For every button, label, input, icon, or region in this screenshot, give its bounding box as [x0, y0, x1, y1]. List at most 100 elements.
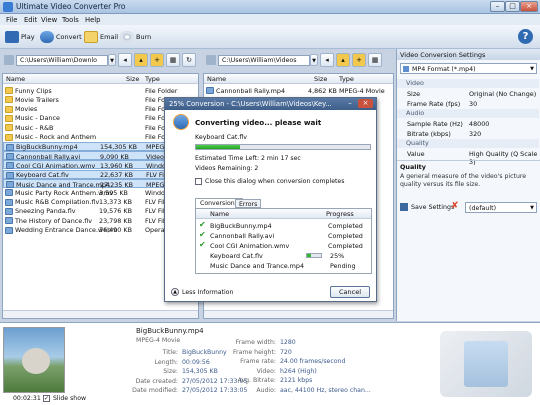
conversion-file-name: Music Dance and Trance.mp4	[210, 261, 305, 270]
help-icon[interactable]: ?	[518, 29, 533, 44]
left-col-size[interactable]: Size	[126, 75, 139, 83]
conversion-row[interactable]: ✔ Cannonball Rally.avi Completed	[196, 230, 371, 240]
format-select[interactable]: MP4 Format (*.mp4) ▼	[400, 63, 537, 74]
cell-type: Opera	[145, 226, 165, 234]
left-horizontal-scrollbar[interactable]	[3, 310, 198, 318]
dialog-minimize-button[interactable]: –	[345, 99, 355, 108]
cell-name: Music - R&B	[15, 123, 54, 132]
conversion-file-name: BigBuckBunny.mp4	[210, 221, 272, 230]
folder-icon	[5, 87, 13, 94]
right-folder-up-button[interactable]: ▴	[336, 53, 350, 67]
conv-col-name[interactable]: Name	[210, 210, 229, 218]
left-path-dropdown[interactable]: ▼	[108, 54, 116, 66]
right-back-button[interactable]: ◂	[320, 53, 334, 67]
preset-select[interactable]: (default) ▼	[465, 202, 537, 213]
file-progress-fill	[307, 254, 311, 257]
save-settings-button[interactable]: Save Settings	[400, 201, 454, 213]
left-path-bar: C:\Users\William\Downlo ▼ ◂ ▴ + ▦ ↻	[0, 52, 200, 70]
conversion-status: Completed	[328, 231, 363, 240]
description-title: Quality	[400, 163, 426, 171]
cell-size: 13,373 KB	[99, 198, 132, 207]
cell-name: Music Dance and Trance.mp4	[16, 180, 111, 189]
cell-name: The History of Dance.flv	[15, 216, 93, 225]
right-col-size[interactable]: Size	[314, 75, 327, 83]
menu-view[interactable]: View	[41, 16, 57, 24]
left-back-button[interactable]: ◂	[118, 53, 132, 67]
chevron-down-icon: ▼	[530, 66, 534, 72]
conversion-row[interactable]: ✔ Cool CGI Animation.wmv Completed	[196, 240, 371, 250]
info-value: 720	[280, 348, 292, 356]
info-filename: BigBuckBunny.mp4	[136, 327, 204, 335]
delete-preset-icon[interactable]: ✘	[451, 201, 459, 212]
convert-badge-icon	[173, 114, 189, 130]
table-row[interactable]: Funny Clips File Folder	[3, 86, 198, 95]
right-new-folder-button[interactable]: +	[352, 53, 366, 67]
left-col-name[interactable]: Name	[6, 75, 25, 83]
prop-frame-rate[interactable]: Frame Rate (fps) 30	[397, 99, 539, 108]
settings-panel: Video Conversion Settings MP4 Format (*.…	[396, 49, 540, 321]
conv-col-progress[interactable]: Progress	[326, 210, 354, 218]
info-label: Frame rate:	[240, 358, 276, 365]
prop-quality-value[interactable]: Value High Quality (Q Scale 3)	[397, 149, 539, 166]
left-folder-up-button[interactable]: ▴	[134, 53, 148, 67]
close-button[interactable]: ×	[520, 1, 538, 12]
cell-size: 27,235 KB	[100, 180, 133, 189]
left-col-type[interactable]: Type	[145, 75, 160, 83]
menu-tools[interactable]: Tools	[62, 16, 79, 24]
less-information-button[interactable]: ▲ Less Information	[171, 288, 233, 296]
conversion-row[interactable]: Music Dance and Trance.mp4 Pending	[196, 261, 371, 270]
film-icon	[440, 331, 532, 397]
convert-button[interactable]: Convert	[40, 30, 82, 44]
minimize-button[interactable]: –	[490, 1, 505, 12]
cell-name: Music - Rock and Anthem	[15, 133, 97, 141]
prop-sample-rate[interactable]: Sample Rate (Hz) 48000	[397, 119, 539, 128]
close-when-done-label: Close this dialog when conversion comple…	[205, 178, 345, 185]
dialog-close-button[interactable]: ×	[358, 99, 373, 108]
tab-errors[interactable]: Errors	[235, 199, 262, 208]
right-path-input[interactable]: C:\Users\William\Videos	[218, 55, 310, 66]
section-audio[interactable]: Audio	[397, 109, 539, 118]
close-when-done-checkbox[interactable]	[195, 178, 202, 185]
left-new-folder-button[interactable]: +	[150, 53, 164, 67]
menu-edit[interactable]: Edit	[24, 16, 37, 24]
prop-size[interactable]: Size Original (No Change)	[397, 89, 539, 98]
section-video[interactable]: Video	[397, 79, 539, 88]
right-col-name[interactable]: Name	[207, 75, 226, 83]
info-value: 24.00 frames/second	[280, 358, 346, 365]
left-view-button[interactable]: ▦	[166, 53, 180, 67]
menu-file[interactable]: File	[6, 16, 17, 24]
conversion-row[interactable]: ✔ BigBuckBunny.mp4 Completed	[196, 220, 371, 230]
maximize-button[interactable]: □	[505, 1, 520, 12]
video-file-icon	[5, 189, 13, 197]
prop-bitrate[interactable]: Bitrate (kbps) 320	[397, 129, 539, 138]
play-icon	[5, 31, 19, 43]
cell-type: FLV Fil	[145, 216, 165, 225]
right-col-type[interactable]: Type	[339, 75, 354, 83]
info-label: Frame height:	[232, 348, 276, 356]
dialog-heading: Converting video... please wait	[195, 118, 322, 127]
burn-button[interactable]: Burn	[120, 30, 151, 44]
menu-help[interactable]: Help	[85, 16, 101, 24]
conversion-row[interactable]: Keyboard Cat.flv 25%	[196, 251, 371, 260]
time-left: Estimated Time Left: 2 min 17 sec	[195, 155, 301, 162]
cell-size: 9,090 KB	[100, 152, 129, 161]
window-title: Ultimate Video Converter Pro	[16, 2, 126, 11]
videos-remaining: Videos Remaining: 2	[195, 165, 259, 172]
slideshow-checkbox[interactable]: ✓	[43, 395, 50, 402]
right-horizontal-scrollbar[interactable]	[204, 310, 393, 318]
section-quality[interactable]: Quality	[397, 139, 539, 148]
checkmark-icon: ✔	[199, 220, 206, 229]
play-button[interactable]: Play	[5, 30, 35, 44]
video-file-icon	[6, 162, 14, 170]
right-view-button[interactable]: ▦	[368, 53, 382, 67]
video-file-icon	[5, 198, 13, 206]
cancel-button[interactable]: Cancel	[330, 286, 370, 298]
property-description: Quality A general measure of the video's…	[397, 160, 540, 196]
email-button[interactable]: Email	[84, 30, 118, 44]
list-item[interactable]: Cannonball Rally.mp4 4,862 KB MPEG-4 Mov…	[204, 86, 393, 95]
left-refresh-button[interactable]: ↻	[182, 53, 196, 67]
left-path-input[interactable]: C:\Users\William\Downlo	[16, 55, 108, 66]
cell-name: Music - Dance	[15, 114, 60, 123]
conversion-status: 25%	[330, 251, 345, 260]
right-path-dropdown[interactable]: ▼	[310, 54, 318, 66]
